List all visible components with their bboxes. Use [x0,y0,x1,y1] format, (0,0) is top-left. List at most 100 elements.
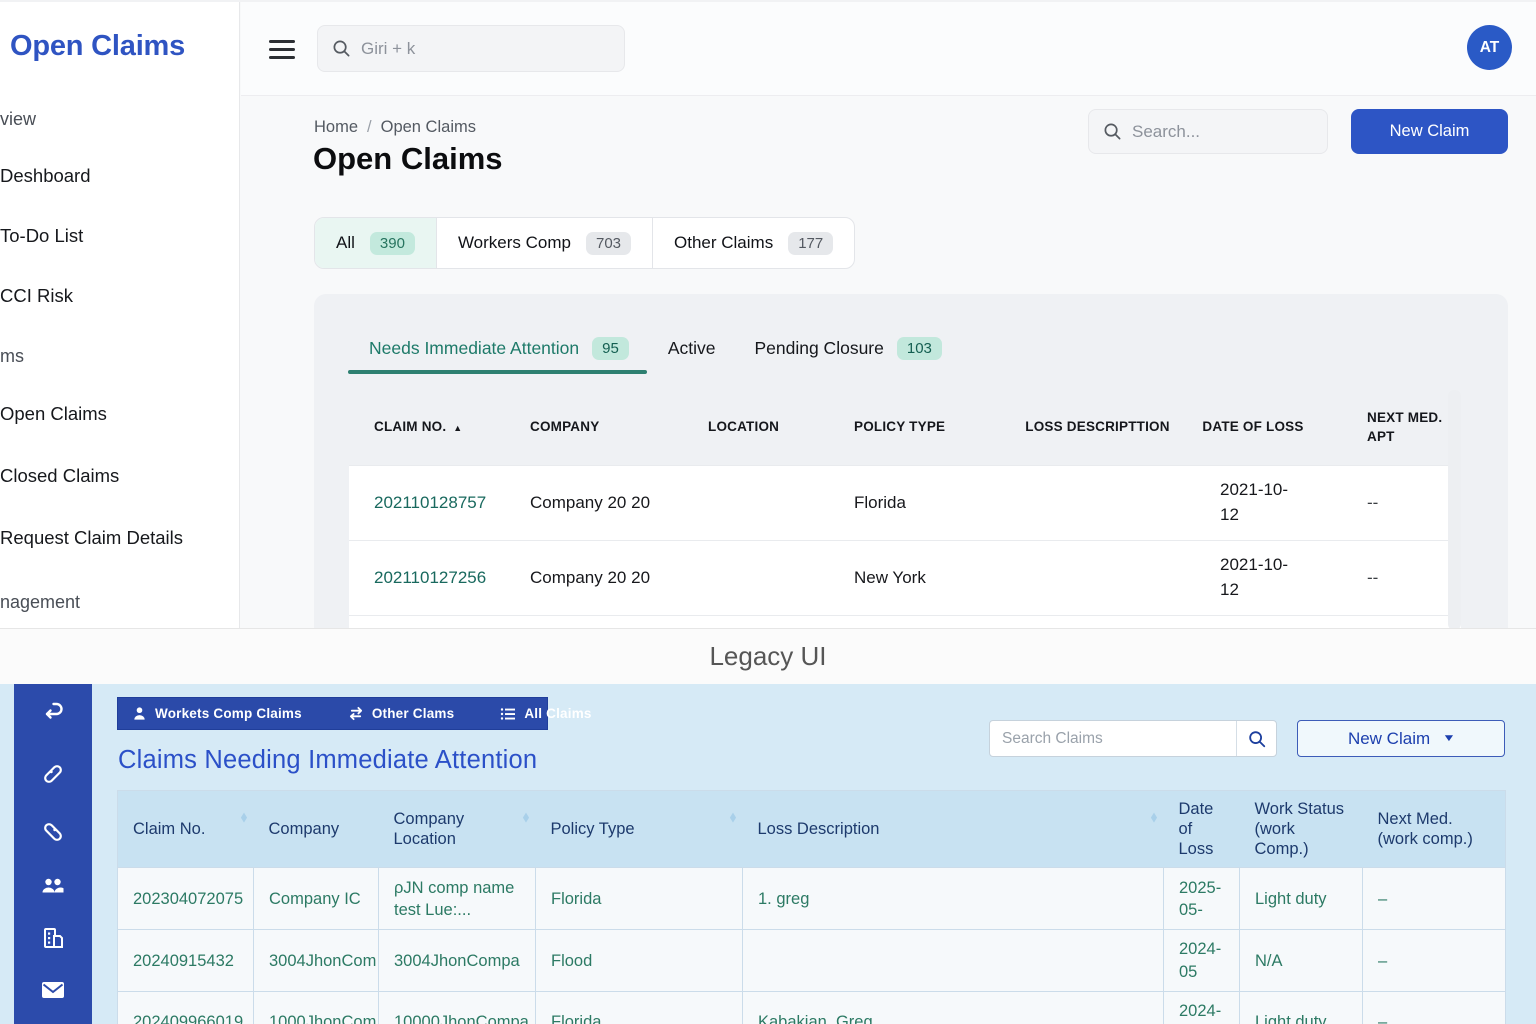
legacy-column-header-work-status[interactable]: Work Status (work Comp.) [1240,791,1363,868]
paperclip-icon[interactable] [41,762,65,786]
tab-other-claims[interactable]: Other Claims 177 [652,218,854,268]
mail-icon[interactable] [40,980,66,1000]
legacy-cell-policy-type: Flood [536,930,743,992]
legacy-cell-claim-no[interactable]: 20240915432 [118,930,254,992]
column-header-policy-type[interactable]: POLICY TYPE [854,418,1020,436]
column-header-company[interactable]: COMPANY [530,418,708,436]
search-icon [1247,729,1267,749]
legacy-search-button[interactable] [1236,721,1276,756]
avatar[interactable]: AT [1467,25,1512,70]
legacy-column-header-company-location[interactable]: Company Location◆ [379,791,536,868]
legacy-column-header-next-med[interactable]: Next Med. (work comp.) [1363,791,1506,868]
legacy-column-header-date-of-loss[interactable]: Date of Loss [1164,791,1240,868]
cell-claim-no-link[interactable]: 202110127256 [349,566,530,591]
sidebar-section-management: nagement [0,592,80,613]
legacy-date-of-loss-value: 2024-09 [1179,1000,1227,1024]
legacy-cell-date-of-loss: 2024-05 [1164,930,1240,992]
sidebar-item-todo-list[interactable]: To-Do List [0,225,83,247]
building-doc-icon[interactable] [41,926,65,950]
legacy-cell-company: 1000JhonCom [254,991,379,1024]
tab-needs-immediate-attention-label: Needs Immediate Attention [369,338,579,359]
tab-pending-closure[interactable]: Pending Closure 103 [733,330,959,366]
legacy-nav-all-claims[interactable]: All Claims [500,706,591,721]
sidebar-item-open-claims[interactable]: Open Claims [0,403,107,425]
tab-workers-comp[interactable]: Workers Comp 703 [436,218,652,268]
column-header-date-of-loss[interactable]: DATE OF LOSS [1175,418,1331,436]
search-icon [1103,122,1122,141]
legacy-claims-table: Claim No. ◆ Company Company Location◆ Pol… [117,790,1506,1024]
sidebar-item-cci-risk[interactable]: CCI Risk [0,285,73,307]
legacy-cell-company-location: ρJN comp name test Lue:... [379,868,536,930]
legacy-cell-work-status: Light duty [1240,991,1363,1024]
modern-topbar: Giri + k AT [241,2,1536,96]
list-icon [500,707,516,721]
legacy-column-header-company[interactable]: Company [254,791,379,868]
users-icon[interactable] [40,874,66,896]
column-header-claim-no[interactable]: CLAIM NO. ▲ [349,418,530,436]
legacy-column-header-claim-no[interactable]: Claim No. ◆ [118,791,254,868]
legacy-cell-work-status: Light duty [1240,868,1363,930]
legacy-search-input[interactable]: Search Claims [989,720,1277,757]
legacy-column-header-loss-description[interactable]: Loss Description ◆ [743,791,1164,868]
cell-next-med-apt: -- [1331,491,1461,516]
column-header-location[interactable]: LOCATION [708,418,854,436]
table-row: 202110127256 Company 20 20 New York 2021… [349,540,1461,615]
legacy-cell-company: Company IC [254,868,379,930]
column-header-next-med-apt[interactable]: NEXT MED. APT [1331,409,1461,445]
return-icon[interactable] [41,700,65,722]
legacy-nav-all-claims-label: All Claims [524,706,591,721]
sort-diamond-icon[interactable]: ◆ [729,809,735,825]
legacy-nav-other-claims[interactable]: Other Clams [348,706,454,721]
legacy-cell-claim-no[interactable]: 202304072075 [118,868,254,930]
claims-card: Needs Immediate Attention 95 Active Pend… [314,294,1508,630]
legacy-cell-loss-description: 1. greg [743,868,1164,930]
global-search-input[interactable]: Giri + k [317,25,625,72]
legacy-new-claim-button[interactable]: New Claim ▼ [1297,720,1505,757]
sidebar-item-dashboard[interactable]: Deshboard [0,165,91,187]
new-claim-button[interactable]: New Claim [1351,109,1508,154]
tab-active-label: Active [668,338,716,359]
claims-search-input[interactable]: Search... [1088,109,1328,154]
cell-date-of-loss: 2021-10-12 [1175,553,1331,602]
legacy-date-of-loss-value: 2025-05- [1179,877,1227,922]
legacy-column-header-next-med-label: Next Med. (work comp.) [1378,810,1473,848]
legacy-cell-loss-description [743,930,1164,992]
tab-all-label: All [336,233,355,253]
tab-all[interactable]: All 390 [315,218,436,268]
sidebar-item-closed-claims[interactable]: Closed Claims [0,465,119,487]
table-scrollbar[interactable] [1448,390,1461,630]
legacy-column-header-work-status-label: Work Status (work Comp.) [1255,800,1345,858]
legacy-cell-work-status: N/A [1240,930,1363,992]
menu-icon[interactable] [269,40,295,59]
tab-needs-immediate-attention[interactable]: Needs Immediate Attention 95 [348,330,647,366]
sort-diamond-icon[interactable]: ◆ [1150,809,1156,825]
legacy-cell-next-med: – [1363,868,1506,930]
column-header-loss-description[interactable]: LOSS DESCRIPTTION [1020,418,1175,436]
column-header-claim-no-label: CLAIM NO. [374,419,446,434]
tab-active[interactable]: Active [647,330,734,366]
sidebar-item-request-claim-details[interactable]: Request Claim Details [0,527,183,549]
link-icon[interactable] [41,820,65,844]
sort-diamond-icon[interactable]: ◆ [522,809,528,825]
legacy-sidebar [14,684,92,1024]
cell-claim-no-link[interactable]: 202110128757 [349,491,530,516]
legacy-column-header-loss-description-label: Loss Description [758,820,880,838]
legacy-column-header-claim-no-label: Claim No. [133,820,205,838]
legacy-cell-claim-no[interactable]: 202409966019 [118,991,254,1024]
sort-diamond-icon[interactable]: ◆ [240,809,246,825]
cell-date-of-loss: 2021-10-12 [1175,478,1331,527]
legacy-nav-workers-comp-claims[interactable]: Workets Comp Claims [132,706,302,721]
legacy-table-row: 202304072075 Company IC ρJN comp name te… [118,868,1506,930]
modern-sidebar: Open Claims view Deshboard To-Do List CC… [0,2,240,630]
legacy-column-header-policy-type[interactable]: Policy Type◆ [536,791,743,868]
sidebar-section-overview: view [0,109,36,130]
legacy-nav-workers-comp-claims-label: Workets Comp Claims [155,706,302,721]
legacy-cell-company-location: 3004JhonCompa [379,930,536,992]
cell-company: Company 20 20 [530,566,708,591]
legacy-cell-date-of-loss: 2024-09 [1164,991,1240,1024]
breadcrumb-home[interactable]: Home [314,118,358,136]
sort-asc-icon: ▲ [453,423,462,433]
legacy-search-placeholder: Search Claims [990,730,1236,748]
app-logo: Open Claims [10,30,185,63]
legacy-cell-next-med: – [1363,991,1506,1024]
